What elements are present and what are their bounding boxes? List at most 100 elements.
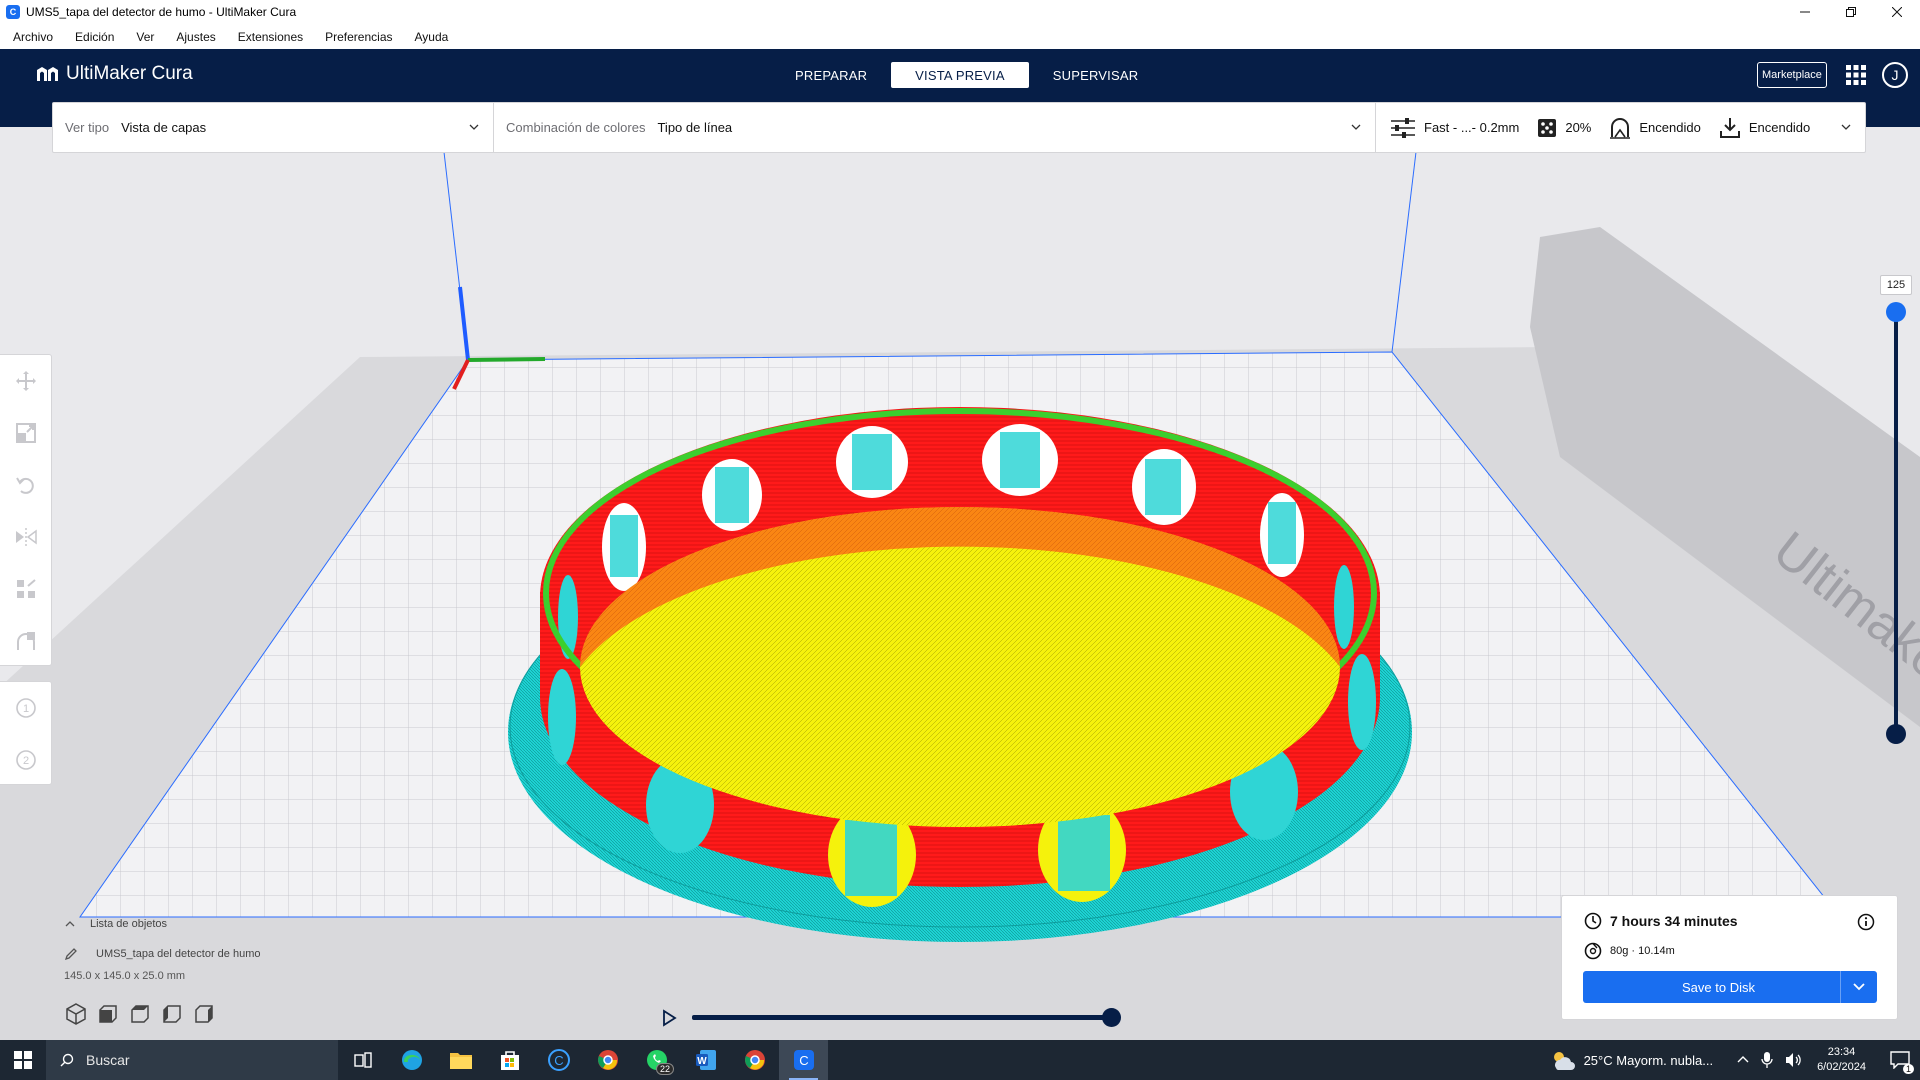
extruder-1-button[interactable]: 1 <box>0 682 52 734</box>
layer-number-field[interactable]: 125 <box>1880 275 1912 295</box>
chevron-up-icon <box>65 921 75 927</box>
path-slider-track[interactable] <box>692 1015 1116 1020</box>
scale-tool-button[interactable] <box>0 407 52 459</box>
adhesion-value: Encendido <box>1748 120 1811 135</box>
support-blocker-button[interactable] <box>0 615 52 667</box>
minimize-button[interactable] <box>1782 0 1828 24</box>
close-button[interactable] <box>1874 0 1920 24</box>
apps-grid-icon[interactable] <box>1845 64 1867 86</box>
extruder-2-button[interactable]: 2 <box>0 734 52 786</box>
word-app[interactable]: W <box>681 1040 730 1080</box>
layer-slider-lower-handle[interactable] <box>1886 724 1906 744</box>
restore-button[interactable] <box>1828 0 1874 24</box>
notification-center-button[interactable]: 1 <box>1880 1040 1920 1080</box>
save-to-disk-button[interactable]: Save to Disk <box>1583 971 1877 1003</box>
right-view-icon[interactable] <box>192 1002 216 1026</box>
adhesion-setting: Encendido <box>1719 117 1810 139</box>
infill-icon <box>1538 118 1557 137</box>
title-bar: C UMS5_tapa del detector de humo - UltiM… <box>0 0 1920 24</box>
adhesion-icon <box>1719 117 1740 138</box>
system-tray: 25°C Mayorm. nubla... 23:34 6/02/2024 1 <box>1550 1040 1920 1080</box>
object-list-header[interactable]: Lista de objetos <box>64 914 261 934</box>
menu-archivo[interactable]: Archivo <box>5 30 61 44</box>
brand-name: UltiMaker Cura <box>66 63 193 84</box>
menu-edicion[interactable]: Edición <box>67 30 122 44</box>
svg-text:2: 2 <box>23 755 29 767</box>
brand: UltiMaker Cura <box>36 63 193 85</box>
chrome-app-2[interactable] <box>730 1040 779 1080</box>
support-value: Encendido <box>1639 120 1701 135</box>
tab-preparar[interactable]: PREPARAR <box>771 62 891 88</box>
taskbar-search-box[interactable]: Buscar <box>46 1040 338 1080</box>
svg-text:1: 1 <box>23 703 29 715</box>
window-controls <box>1782 0 1920 24</box>
whatsapp-badge: 22 <box>655 1063 674 1075</box>
object-list-item[interactable]: UMS5_tapa del detector de humo <box>64 944 261 964</box>
print-time: 7 hours 34 minutes <box>1610 913 1738 929</box>
mirror-tool-button[interactable] <box>0 511 52 563</box>
cortana-app[interactable]: C <box>534 1040 583 1080</box>
save-options-dropdown[interactable] <box>1841 971 1877 1003</box>
chevron-up-icon[interactable] <box>1737 1055 1749 1065</box>
menu-extensiones[interactable]: Extensiones <box>230 30 311 44</box>
material-usage-row: 80g · 10.14m <box>1584 942 1675 960</box>
task-view-icon <box>353 1052 372 1068</box>
y-axis-indicator <box>467 357 546 362</box>
tab-vista-previa[interactable]: VISTA PREVIA <box>891 62 1029 88</box>
pencil-icon <box>64 948 77 961</box>
chrome-app[interactable] <box>583 1040 632 1080</box>
store-app[interactable] <box>485 1040 534 1080</box>
c-app-icon: C <box>547 1049 570 1071</box>
edge-icon <box>401 1050 422 1070</box>
extruder-2-icon: 2 <box>16 750 36 770</box>
move-tool-button[interactable] <box>0 355 52 407</box>
minimize-icon <box>1800 11 1810 13</box>
per-model-settings-button[interactable] <box>0 563 52 615</box>
play-icon[interactable] <box>660 1009 678 1027</box>
file-explorer-app[interactable] <box>436 1040 485 1080</box>
taskbar-clock[interactable]: 23:34 6/02/2024 <box>1817 1045 1866 1075</box>
profile-setting: Fast - ...- 0.2mm <box>1390 117 1519 139</box>
top-view-icon[interactable] <box>128 1002 152 1026</box>
whatsapp-app[interactable]: 22 <box>632 1040 681 1080</box>
layer-slider-upper-handle[interactable] <box>1886 302 1906 322</box>
chevron-down-icon <box>1841 124 1851 130</box>
microphone-icon[interactable] <box>1761 1051 1773 1069</box>
print-settings-summary[interactable]: Fast - ...- 0.2mm 20% Encendido Encendid… <box>1376 103 1865 152</box>
cura-app-icon: C <box>6 5 20 19</box>
color-scheme-label: Combinación de colores <box>506 120 646 135</box>
view-type-dropdown[interactable]: Ver tipo Vista de capas <box>53 103 494 152</box>
menu-ayuda[interactable]: Ayuda <box>407 30 457 44</box>
cura-taskbar-app[interactable]: C <box>779 1040 828 1080</box>
tab-supervisar[interactable]: SUPERVISAR <box>1029 62 1163 88</box>
account-avatar[interactable]: J <box>1882 62 1908 88</box>
menu-ajustes[interactable]: Ajustes <box>168 30 223 44</box>
extension-panel: 1 2 <box>0 681 52 785</box>
close-icon <box>1892 7 1902 17</box>
support-blocker-icon <box>17 632 35 650</box>
color-scheme-dropdown[interactable]: Combinación de colores Tipo de línea <box>494 103 1376 152</box>
edge-app[interactable] <box>387 1040 436 1080</box>
windows-taskbar: Buscar C 22 W C 25°C Mayorm. nubla... 23… <box>0 1040 1920 1080</box>
object-name: UMS5_tapa del detector de humo <box>96 948 261 960</box>
rotate-icon <box>16 477 34 494</box>
left-view-icon[interactable] <box>160 1002 184 1026</box>
3d-view-icon[interactable] <box>64 1002 88 1026</box>
front-view-icon[interactable] <box>96 1002 120 1026</box>
speaker-icon[interactable] <box>1785 1052 1803 1068</box>
start-button[interactable] <box>0 1040 46 1080</box>
notification-count: 1 <box>1902 1064 1914 1074</box>
marketplace-button[interactable]: Marketplace <box>1757 62 1827 88</box>
store-icon <box>500 1051 519 1070</box>
layer-slider-track[interactable] <box>1894 311 1898 733</box>
rotate-tool-button[interactable] <box>0 459 52 511</box>
view-type-label: Ver tipo <box>65 120 110 135</box>
path-slider-handle[interactable] <box>1102 1008 1121 1027</box>
weather-widget[interactable]: 25°C Mayorm. nubla... <box>1550 1049 1713 1071</box>
info-icon[interactable] <box>1857 913 1875 931</box>
extruder-1-icon: 1 <box>16 698 36 718</box>
menu-preferencias[interactable]: Preferencias <box>317 30 400 44</box>
spool-icon <box>1584 942 1602 960</box>
task-view-button[interactable] <box>338 1040 387 1080</box>
menu-ver[interactable]: Ver <box>128 30 162 44</box>
